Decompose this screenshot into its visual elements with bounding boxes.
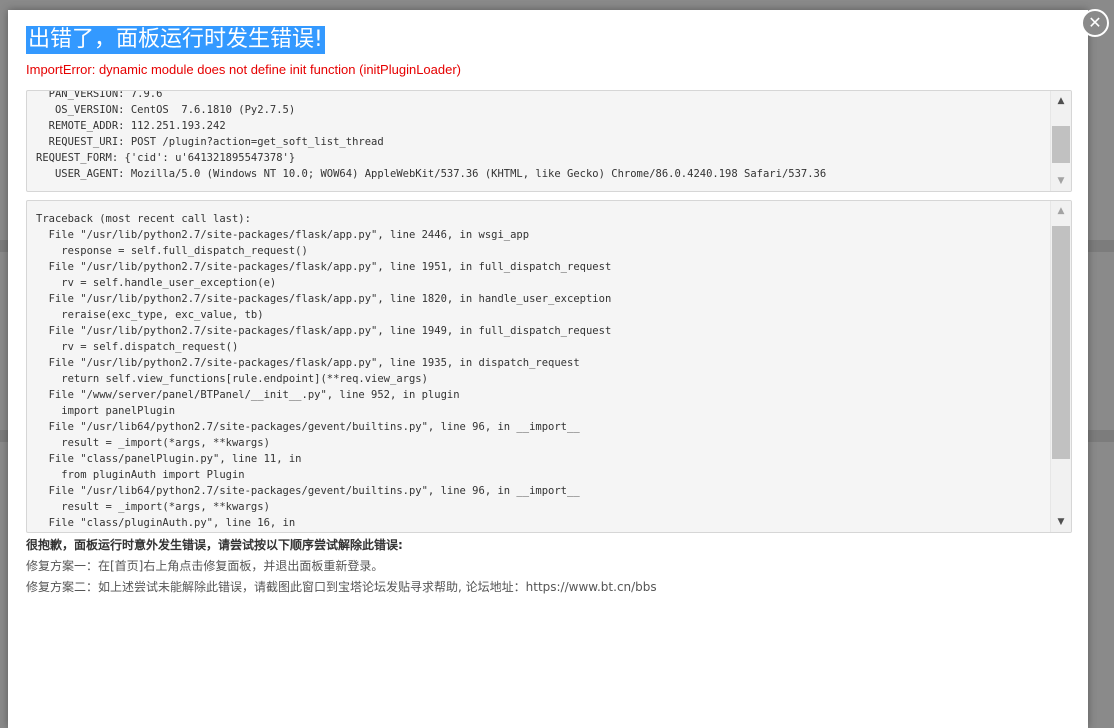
traceback-line: rv = self.dispatch_request() bbox=[36, 341, 239, 353]
traceback-line: from pluginAuth import Plugin bbox=[36, 469, 245, 481]
traceback-line: File "/usr/lib/python2.7/site-packages/f… bbox=[36, 261, 612, 273]
traceback-line: File "/usr/lib/python2.7/site-packages/f… bbox=[36, 325, 612, 337]
traceback-line: File "class/panelPlugin.py", line 11, in bbox=[36, 453, 302, 465]
traceback-line: return self.view_functions[rule.endpoint… bbox=[36, 373, 428, 385]
vertical-scrollbar[interactable]: ▲ ▼ bbox=[1050, 91, 1071, 191]
dialog-title: 出错了，面板运行时发生错误! bbox=[26, 26, 325, 54]
environment-line: REQUEST_FORM: {'cid': u'641321895547378'… bbox=[36, 152, 296, 164]
scrollbar-thumb[interactable] bbox=[1052, 126, 1070, 163]
environment-line: OS_VERSION: CentOS 7.6.1810 (Py2.7.5) bbox=[36, 104, 296, 116]
traceback-line: result = _import(*args, **kwargs) bbox=[36, 501, 270, 513]
scrollbar-thumb[interactable] bbox=[1052, 226, 1070, 459]
environment-line: USER_AGENT: Mozilla/5.0 (Windows NT 10.0… bbox=[36, 168, 827, 180]
traceback-line: File "/usr/lib/python2.7/site-packages/f… bbox=[36, 229, 530, 241]
fix-option-one: 修复方案一：在[首页]右上角点击修复面板，并退出面板重新登录。 bbox=[26, 559, 384, 573]
close-icon: ✕ bbox=[1088, 13, 1102, 32]
error-message: ImportError: dynamic module does not def… bbox=[26, 62, 462, 77]
traceback-line: File "/usr/lib64/python2.7/site-packages… bbox=[36, 485, 580, 497]
traceback-line: Traceback (most recent call last): bbox=[36, 213, 251, 225]
traceback-line: File "/usr/lib/python2.7/site-packages/f… bbox=[36, 293, 612, 305]
environment-line: REMOTE_ADDR: 112.251.193.242 bbox=[36, 120, 226, 132]
fix-option-two: 修复方案二：如上述尝试未能解除此错误，请截图此窗口到宝塔论坛发贴寻求帮助, 论坛… bbox=[26, 580, 657, 594]
traceback-line: File "/usr/lib64/python2.7/site-packages… bbox=[36, 421, 580, 433]
traceback-text: Traceback (most recent call last): File … bbox=[27, 211, 611, 531]
environment-line: REQUEST_URI: POST /plugin?action=get_sof… bbox=[36, 136, 384, 148]
traceback-box[interactable]: Traceback (most recent call last): File … bbox=[26, 200, 1072, 533]
scroll-down-arrow-icon[interactable]: ▼ bbox=[1051, 173, 1071, 189]
environment-line: PAN_VERSION: 7.9.6 bbox=[36, 90, 163, 100]
close-button[interactable]: ✕ bbox=[1081, 9, 1109, 37]
traceback-line: result = _import(*args, **kwargs) bbox=[36, 437, 270, 449]
traceback-line: File "/usr/lib/python2.7/site-packages/f… bbox=[36, 357, 580, 369]
traceback-line: File "class/pluginAuth.py", line 16, in bbox=[36, 517, 296, 529]
traceback-line: import panelPlugin bbox=[36, 405, 176, 417]
error-dialog: ✕ 出错了，面板运行时发生错误! ImportError: dynamic mo… bbox=[8, 9, 1109, 728]
traceback-line: reraise(exc_type, exc_value, tb) bbox=[36, 309, 264, 321]
traceback-line: File "/www/server/panel/BTPanel/__init__… bbox=[36, 389, 460, 401]
help-heading: 很抱歉，面板运行时意外发生错误，请尝试按以下顺序尝试解除此错误: bbox=[26, 538, 403, 552]
traceback-line: rv = self.handle_user_exception(e) bbox=[36, 277, 277, 289]
vertical-scrollbar[interactable]: ▲ ▼ bbox=[1050, 201, 1071, 532]
scroll-down-arrow-icon[interactable]: ▼ bbox=[1051, 514, 1071, 530]
environment-info-text: PAN_VERSION: 7.9.6 OS_VERSION: CentOS 7.… bbox=[27, 90, 827, 182]
scroll-up-arrow-icon[interactable]: ▲ bbox=[1051, 203, 1071, 219]
scroll-up-arrow-icon[interactable]: ▲ bbox=[1051, 93, 1071, 109]
traceback-line: response = self.full_dispatch_request() bbox=[36, 245, 308, 257]
environment-info-box[interactable]: PAN_VERSION: 7.9.6 OS_VERSION: CentOS 7.… bbox=[26, 90, 1072, 192]
